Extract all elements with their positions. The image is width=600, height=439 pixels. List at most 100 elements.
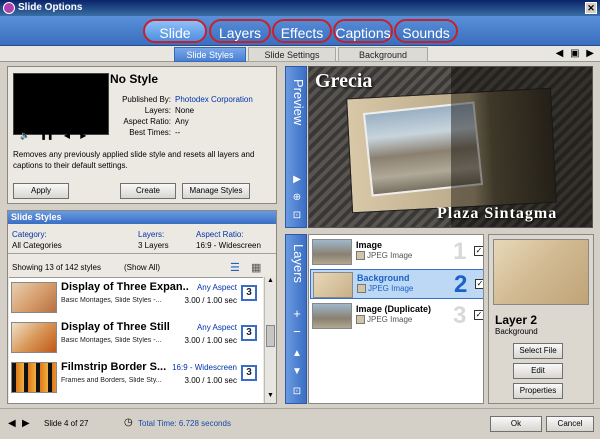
title-bar: Slide Options ✕ bbox=[0, 0, 600, 16]
preview-controls: 🔈 ❚❚ ◀ ▶ bbox=[20, 131, 110, 141]
slide-options-window: Slide Options ✕ Slide Layers Effects Cap… bbox=[0, 0, 600, 439]
remove-layer-icon[interactable]: − bbox=[289, 325, 305, 339]
move-down-icon[interactable]: ▼ bbox=[289, 365, 305, 379]
tab-slide[interactable]: Slide bbox=[143, 19, 207, 43]
jpeg-icon bbox=[356, 251, 365, 260]
add-layer-icon[interactable]: + bbox=[289, 307, 305, 321]
next-slide-icon[interactable]: ▶ bbox=[22, 418, 30, 429]
volume-icon[interactable]: 🔈 bbox=[20, 131, 30, 140]
tab-sounds[interactable]: Sounds bbox=[394, 19, 458, 43]
jpeg-icon bbox=[356, 315, 365, 324]
layer-type: JPEG Image bbox=[367, 251, 413, 260]
item-aspect: 16:9 - Widescreen bbox=[172, 363, 237, 372]
layer-thumbnail bbox=[313, 272, 353, 298]
cancel-button[interactable]: Cancel bbox=[546, 416, 594, 432]
apply-button[interactable]: Apply bbox=[13, 183, 69, 199]
layer-name: Background bbox=[357, 273, 410, 283]
main-tab-bar: Slide Layers Effects Captions Sounds bbox=[0, 16, 600, 46]
subtab-slide-styles[interactable]: Slide Styles bbox=[174, 47, 246, 62]
layer-count-badge: 3 bbox=[241, 365, 257, 381]
published-by-value[interactable]: Photodex Corporation bbox=[175, 95, 253, 104]
grid-view-icon[interactable]: ▦ bbox=[251, 261, 261, 274]
published-by-row: Published By: Photodex Corporation bbox=[110, 95, 290, 104]
select-file-button[interactable]: Select File bbox=[513, 343, 563, 359]
tab-captions[interactable]: Captions bbox=[333, 19, 393, 43]
style-thumbnail bbox=[11, 282, 57, 313]
scroll-down-icon[interactable]: ▼ bbox=[266, 392, 275, 402]
layer-number: 3 bbox=[453, 302, 467, 329]
subtab-background[interactable]: Background bbox=[338, 47, 428, 62]
edit-button[interactable]: Edit bbox=[513, 363, 563, 379]
next-icon[interactable]: ▶ bbox=[80, 131, 86, 140]
tab-effects[interactable]: Effects bbox=[272, 19, 332, 43]
layer-thumbnail bbox=[312, 303, 352, 329]
list-view-icon[interactable]: ☰ bbox=[230, 261, 240, 274]
styles-scrollbar[interactable]: ▲ ▼ bbox=[264, 277, 276, 403]
layer-number: 2 bbox=[454, 271, 468, 298]
zoom-icon[interactable]: ⊕ bbox=[289, 191, 305, 205]
manage-styles-button[interactable]: Manage Styles bbox=[182, 183, 250, 199]
slide-preview[interactable]: Grecia Plaza Sintagma bbox=[308, 66, 593, 228]
style-name: No Style bbox=[110, 72, 159, 86]
layer-count-badge: 3 bbox=[241, 325, 257, 341]
style-description: Removes any previously applied slide sty… bbox=[13, 150, 255, 170]
aspect-filter-label: Aspect Ratio: bbox=[196, 230, 244, 239]
subtab-slide-settings[interactable]: Slide Settings bbox=[248, 47, 336, 62]
layer-thumbnail bbox=[312, 239, 352, 265]
layers-filter-select[interactable]: 3 Layers bbox=[138, 241, 169, 250]
slide-nav-arrows[interactable]: ◀ ▣ ▶ bbox=[556, 48, 596, 59]
category-label: Category: bbox=[12, 230, 47, 239]
pause-icon[interactable]: ❚❚ bbox=[40, 131, 53, 140]
properties-button[interactable]: Properties bbox=[513, 383, 563, 399]
layer-row[interactable]: Image (Duplicate) JPEG Image 3 ✓ bbox=[310, 301, 483, 331]
layers-label: Layers: bbox=[144, 106, 171, 115]
fit-icon[interactable]: ⊡ bbox=[289, 209, 305, 223]
layer-row[interactable]: Background JPEG Image 2 ✓ bbox=[310, 269, 483, 299]
show-all-link[interactable]: (Show All) bbox=[124, 263, 160, 272]
app-icon bbox=[3, 2, 15, 14]
play-icon[interactable]: ▶ bbox=[289, 173, 305, 187]
layer-count-badge: 3 bbox=[241, 285, 257, 301]
prev-icon[interactable]: ◀ bbox=[64, 131, 70, 140]
aspect-ratio-label: Aspect Ratio: bbox=[123, 117, 171, 126]
close-icon[interactable]: ✕ bbox=[585, 2, 597, 14]
layer-visible-checkbox[interactable]: ✓ bbox=[475, 279, 483, 289]
caption-bottom[interactable]: Plaza Sintagma bbox=[437, 205, 557, 223]
list-item[interactable]: Display of Three Expan... Any Aspect Bas… bbox=[9, 279, 262, 316]
prev-slide-icon[interactable]: ◀ bbox=[8, 418, 16, 429]
layers-filter-label: Layers: bbox=[138, 230, 165, 239]
item-aspect: Any Aspect bbox=[196, 283, 237, 292]
create-button[interactable]: Create bbox=[120, 183, 176, 199]
layer-row[interactable]: Image JPEG Image 1 ✓ bbox=[310, 237, 483, 267]
aspect-filter-select[interactable]: 16:9 - Widescreen bbox=[196, 241, 261, 250]
list-item[interactable]: Filmstrip Border S... 16:9 - Widescreen … bbox=[9, 359, 262, 396]
status-bar: ◀ ▶ Slide 4 of 27 ◷ Total Time: 6.728 se… bbox=[0, 408, 600, 439]
sub-tab-bar: Slide Styles Slide Settings Background ◀… bbox=[0, 46, 600, 62]
layers-toolbar: Layers + − ▲ ▼ ⊡ bbox=[285, 234, 307, 404]
window-title: Slide Options bbox=[18, 2, 83, 13]
jpeg-icon bbox=[357, 284, 366, 293]
slide-styles-panel: Slide Styles Category: All Categories La… bbox=[7, 210, 277, 404]
style-thumbnail bbox=[11, 322, 57, 353]
layer-visible-checkbox[interactable]: ✓ bbox=[474, 246, 483, 256]
tab-layers[interactable]: Layers bbox=[209, 19, 271, 43]
category-select[interactable]: All Categories bbox=[12, 241, 62, 250]
ok-button[interactable]: Ok bbox=[490, 416, 542, 432]
layer-zoom-icon[interactable]: ⊡ bbox=[289, 385, 305, 399]
clock-icon: ◷ bbox=[124, 417, 133, 428]
caption-top[interactable]: Grecia bbox=[315, 70, 372, 93]
list-item[interactable]: Display of Three Still Any Aspect Basic … bbox=[9, 319, 262, 356]
style-thumbnail bbox=[11, 362, 57, 393]
style-preview-screen bbox=[13, 73, 109, 135]
item-times: 3.00 / 1.00 sec bbox=[184, 336, 237, 345]
layers-label: Layers bbox=[291, 244, 306, 284]
shade-overlay bbox=[451, 67, 592, 227]
scroll-up-icon[interactable]: ▲ bbox=[266, 277, 275, 287]
aspect-ratio-row: Aspect Ratio: Any bbox=[110, 117, 290, 126]
slide-position: Slide 4 of 27 bbox=[44, 419, 89, 428]
layer-visible-checkbox[interactable]: ✓ bbox=[474, 310, 483, 320]
move-up-icon[interactable]: ▲ bbox=[289, 347, 305, 361]
best-times-label: Best Times: bbox=[129, 128, 171, 137]
scroll-thumb[interactable] bbox=[266, 325, 275, 347]
published-by-label: Published By: bbox=[122, 95, 171, 104]
